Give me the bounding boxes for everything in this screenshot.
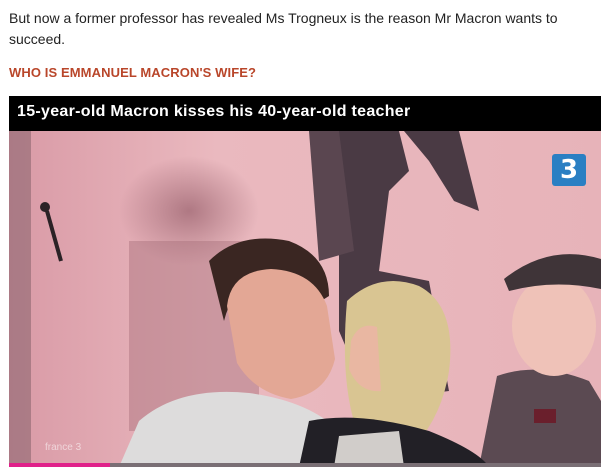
video-frame[interactable]: [9, 131, 601, 467]
article-intro-text: But now a former professor has revealed …: [9, 10, 558, 47]
video-player[interactable]: 15-year-old Macron kisses his 40-year-ol…: [9, 96, 601, 467]
right-person-bowtie: [534, 409, 556, 423]
related-article-link[interactable]: WHO IS EMMANUEL MACRON'S WIFE?: [9, 65, 256, 80]
video-progress-bar[interactable]: [9, 463, 601, 467]
broadcaster-watermark: france 3: [45, 442, 82, 453]
video-title-bar: 15-year-old Macron kisses his 40-year-ol…: [9, 96, 601, 131]
right-person-face: [512, 276, 596, 376]
video-title: 15-year-old Macron kisses his 40-year-ol…: [17, 103, 411, 120]
stage-edge: [9, 131, 31, 467]
video-progress-fill: [9, 463, 110, 467]
microphone-icon: [40, 202, 50, 212]
woman-collar: [334, 431, 404, 467]
channel-logo-icon: 3: [552, 154, 586, 186]
